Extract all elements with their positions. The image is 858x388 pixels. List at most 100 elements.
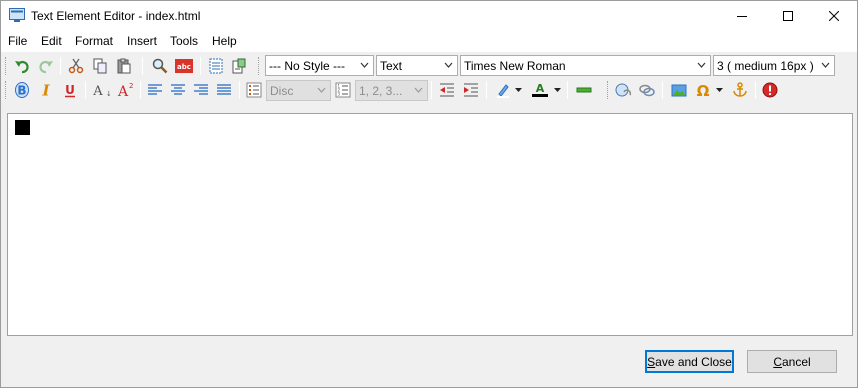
menu-tools[interactable]: Tools	[170, 34, 198, 48]
save-and-close-button[interactable]: Save and Close	[645, 350, 734, 373]
svg-text:B: B	[17, 84, 26, 98]
paste-button[interactable]	[114, 56, 134, 76]
insert-anchor-link-button[interactable]	[637, 80, 657, 100]
font-color-dropdown-icon[interactable]	[554, 87, 561, 93]
menu-format[interactable]: Format	[75, 34, 113, 48]
undo-icon	[15, 60, 29, 74]
svg-text:A: A	[92, 84, 103, 98]
italic-button[interactable]: I	[36, 80, 56, 100]
underline-button[interactable]: U	[60, 80, 80, 100]
menu-insert[interactable]: Insert	[127, 34, 157, 48]
paste-special-icon	[232, 58, 246, 74]
minimize-button[interactable]	[719, 1, 765, 31]
toolbar-row-1: abc --- No Style --- Text Times New Roma…	[1, 54, 857, 78]
toolbar-grip	[5, 81, 8, 99]
align-justify-icon	[217, 84, 231, 95]
bullet-list-icon	[246, 82, 262, 98]
spellcheck-button[interactable]: abc	[174, 56, 194, 76]
select-all-icon	[209, 58, 223, 74]
insert-link-button[interactable]	[613, 80, 633, 100]
anchor-icon	[733, 82, 747, 97]
align-center-icon	[171, 84, 185, 95]
svg-text:2: 2	[129, 82, 133, 90]
font-color-icon: A	[532, 82, 548, 97]
menu-file[interactable]: File	[8, 34, 27, 48]
highlight-color-button[interactable]	[493, 80, 513, 100]
toolbar-grip	[5, 57, 8, 75]
link-icon	[615, 83, 631, 97]
font-size-select[interactable]: 3 ( medium 16px )	[713, 55, 835, 76]
insert-special-char-button[interactable]: Ω	[693, 80, 713, 100]
close-icon	[829, 11, 839, 21]
editor-area[interactable]	[7, 113, 853, 336]
menu-help[interactable]: Help	[212, 34, 237, 48]
bullet-style-select[interactable]: Disc	[266, 80, 331, 101]
numbered-list-button[interactable]: 123	[333, 80, 353, 100]
chevron-down-icon	[360, 62, 369, 68]
maximize-button[interactable]	[765, 1, 811, 31]
insert-anchor-button[interactable]	[730, 80, 750, 100]
svg-text:↓: ↓	[106, 90, 110, 98]
font-size-select-value: 3 ( medium 16px )	[717, 59, 814, 73]
toolbar-separator	[140, 81, 141, 99]
font-color-button[interactable]: A	[530, 80, 550, 100]
find-button[interactable]	[150, 56, 170, 76]
copy-button[interactable]	[90, 56, 110, 76]
highlight-dropdown-icon[interactable]	[515, 87, 522, 93]
special-char-dropdown-icon[interactable]	[716, 87, 723, 93]
toolbar-separator	[662, 81, 663, 99]
title-bar: Text Element Editor - index.html	[1, 1, 857, 31]
font-family-select-value: Times New Roman	[464, 59, 566, 73]
stop-icon	[762, 82, 778, 98]
cut-button[interactable]	[66, 56, 86, 76]
indent-icon	[464, 83, 478, 97]
increase-indent-button[interactable]	[461, 80, 481, 100]
paste-special-button[interactable]	[229, 56, 249, 76]
chain-link-icon	[639, 84, 655, 97]
magnifier-icon	[152, 58, 168, 74]
text-element-editor-window: Text Element Editor - index.html File Ed…	[0, 0, 858, 388]
save-and-close-label: ave and Close	[655, 354, 732, 369]
toolbar-separator	[200, 57, 201, 75]
align-left-icon	[148, 84, 162, 95]
omega-icon: Ω	[697, 82, 710, 98]
insert-image-button[interactable]	[669, 80, 689, 100]
decrease-font-button[interactable]: A ↓	[91, 80, 111, 100]
maximize-icon	[783, 11, 793, 21]
justify-button[interactable]	[214, 80, 234, 100]
copy-icon	[93, 58, 107, 74]
chevron-down-icon	[821, 62, 830, 68]
style-select[interactable]: --- No Style ---	[265, 55, 374, 76]
redo-button[interactable]	[36, 56, 56, 76]
toolbar-separator	[85, 81, 86, 99]
align-left-button[interactable]	[145, 80, 165, 100]
bold-button[interactable]: B	[12, 80, 32, 100]
cursor-block	[15, 120, 30, 135]
toolbar-separator	[755, 81, 756, 99]
toolbar-grip	[258, 57, 261, 75]
undo-button[interactable]	[12, 56, 32, 76]
align-right-button[interactable]	[191, 80, 211, 100]
horizontal-rule-button[interactable]	[574, 80, 594, 100]
font-larger-icon: A2	[117, 82, 134, 98]
align-right-icon	[194, 84, 208, 95]
toolbar-separator	[142, 57, 143, 75]
numbering-style-select[interactable]: 1, 2, 3...	[355, 80, 428, 101]
increase-font-button[interactable]: A2	[115, 80, 135, 100]
clear-formatting-button[interactable]	[760, 80, 780, 100]
decrease-indent-button[interactable]	[437, 80, 457, 100]
close-button[interactable]	[811, 1, 857, 31]
select-all-button[interactable]	[206, 56, 226, 76]
block-type-select[interactable]: Text	[376, 55, 458, 76]
toolbar-separator	[60, 57, 61, 75]
toolbar-grip	[607, 81, 610, 99]
cancel-button[interactable]: Cancel	[747, 350, 837, 373]
minimize-icon	[737, 16, 747, 17]
image-icon	[671, 84, 687, 97]
menu-edit[interactable]: Edit	[41, 34, 62, 48]
highlighter-icon	[497, 84, 509, 98]
font-family-select[interactable]: Times New Roman	[460, 55, 711, 76]
numbered-list-icon: 123	[335, 82, 351, 98]
align-center-button[interactable]	[168, 80, 188, 100]
bullet-list-button[interactable]	[244, 80, 264, 100]
